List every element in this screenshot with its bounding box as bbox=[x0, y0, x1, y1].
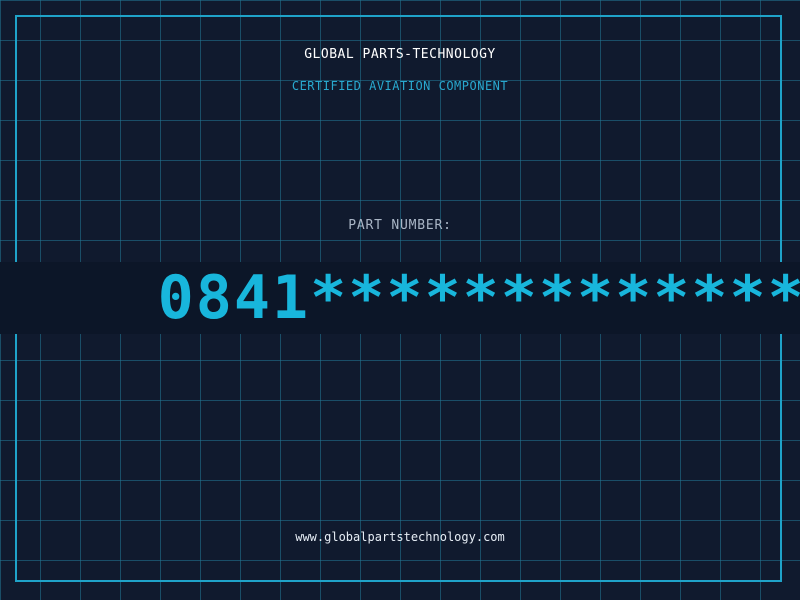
company-name: GLOBAL PARTS-TECHNOLOGY bbox=[304, 47, 496, 62]
certification-subtitle: CERTIFIED AVIATION COMPONENT bbox=[291, 79, 509, 93]
part-number-value: 0841*************** bbox=[157, 263, 800, 333]
certificate-page: GLOBAL PARTS-TECHNOLOGY CERTIFIED AVIATI… bbox=[0, 0, 800, 600]
website-url[interactable]: www.globalpartstechnology.com bbox=[0, 530, 800, 544]
part-number-band: 0841*************** bbox=[0, 262, 800, 334]
part-number-label: PART NUMBER: bbox=[348, 218, 452, 233]
